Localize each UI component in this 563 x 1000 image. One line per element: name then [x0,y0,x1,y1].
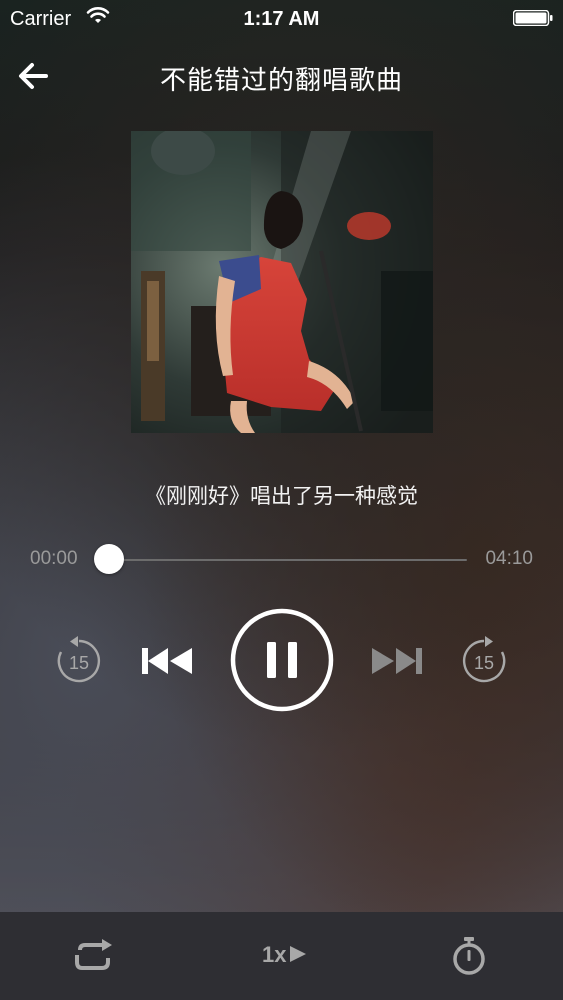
play-pause-button[interactable] [229,607,335,713]
rewind-15-button[interactable]: 15 [54,636,104,686]
play-triangle-icon [290,946,307,962]
speed-label: 1x [262,942,287,967]
repeat-button[interactable] [74,938,114,974]
speed-button[interactable]: 1x [262,942,308,968]
repeat-icon [75,939,112,970]
rewind-15-label: 15 [69,653,89,673]
skip-previous-icon [142,648,192,674]
album-art [131,131,433,433]
timer-icon [453,937,485,975]
progress-track[interactable] [100,559,467,561]
battery-icon [513,10,553,26]
bottom-toolbar: 1x [0,912,563,1000]
next-button[interactable] [370,644,424,678]
total-time: 04:10 [485,548,533,569]
track-subtitle: 《刚刚好》唱出了另一种感觉 [145,485,418,508]
elapsed-time: 00:00 [30,548,78,569]
skip-next-icon [372,648,422,674]
forward-15-label: 15 [474,653,494,673]
album-art-photo [131,131,433,433]
forward-15-button[interactable]: 15 [459,636,509,686]
sleep-timer-button[interactable] [451,936,487,976]
progress-bar: 00:00 04:10 [0,540,563,580]
arrow-left-icon[interactable] [12,56,56,96]
pause-icon [267,642,297,678]
nav-bar: 不能错过的翻唱歌曲 [0,50,563,102]
previous-button[interactable] [140,644,194,678]
progress-thumb[interactable] [94,544,124,574]
status-bar: Carrier 1:17 AM [0,0,563,38]
clock: 1:17 AM [243,8,320,30]
page-title: 不能错过的翻唱歌曲 [159,65,403,95]
playback-controls: 15 15 [0,600,563,720]
